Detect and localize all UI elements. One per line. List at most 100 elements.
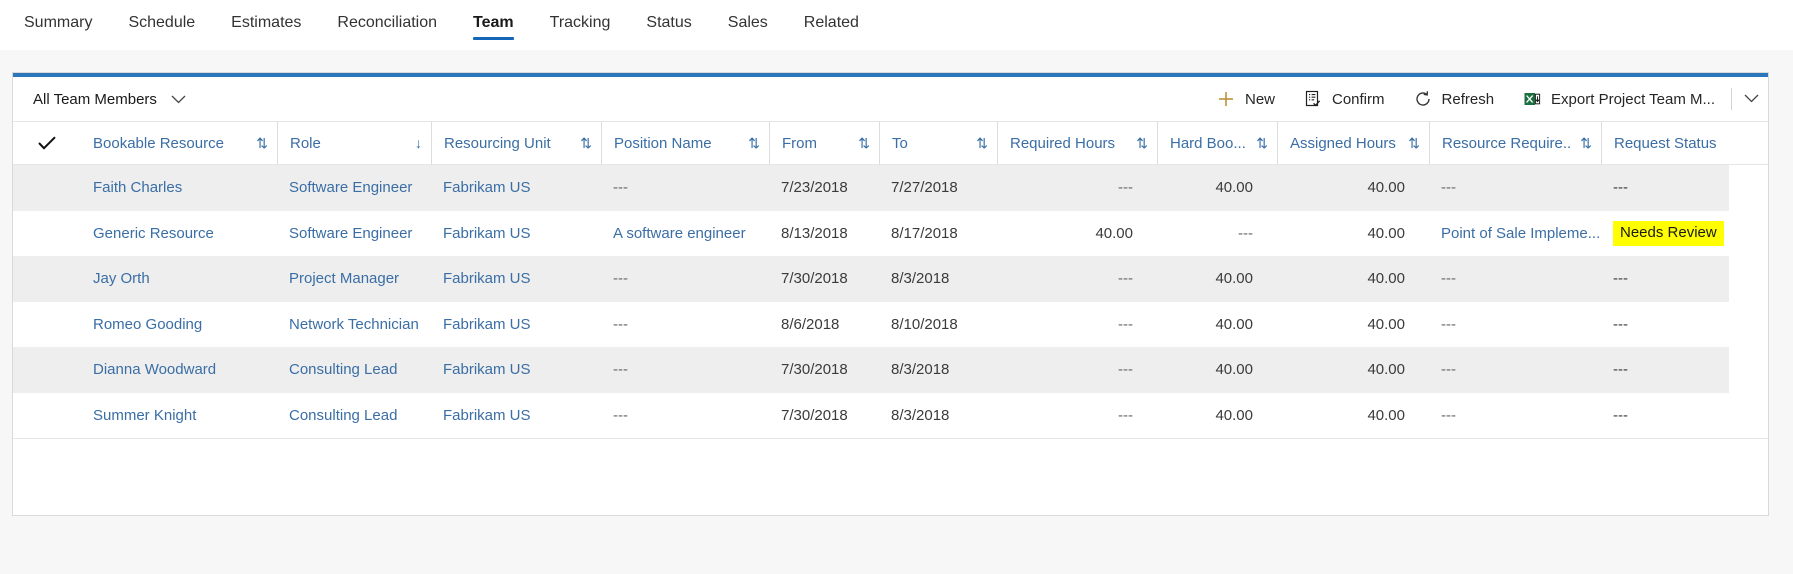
sort-toggle-icon[interactable]: ⇅ [1256,135,1268,152]
tab-status[interactable]: Status [628,0,709,50]
row-select-checkbox[interactable] [13,212,81,255]
cell-bookable-resource[interactable]: Romeo Gooding [81,302,277,348]
table-row[interactable]: Summer Knight Consulting Lead Fabrikam US -… [13,392,1768,439]
grid-bottom-rule [13,438,1768,439]
refresh-button[interactable]: Refresh [1399,77,1509,121]
new-button[interactable]: New [1202,77,1289,121]
table-row[interactable]: Faith Charles Software Engineer Fabrikam U… [13,165,1768,211]
sort-toggle-icon[interactable]: ⇅ [748,135,760,152]
column-header-position-name[interactable]: Position Name ⇅ [601,121,769,165]
sort-toggle-icon[interactable]: ⇅ [858,135,870,152]
table-row[interactable]: Romeo Gooding Network Technician Fabrikam … [13,301,1768,348]
column-header-from[interactable]: From ⇅ [769,121,879,165]
tab-summary[interactable]: Summary [6,0,110,50]
refresh-button-label: Refresh [1441,90,1495,108]
row-trailing-space [1729,301,1768,347]
cell-to: 7/27/2018 [891,179,958,197]
plus-icon [1216,89,1236,109]
cell-bookable-resource[interactable]: Jay Orth [81,256,277,302]
export-project-team-members-button[interactable]: Export Project Team M... [1508,77,1729,121]
sort-toggle-icon[interactable]: ⇅ [256,135,268,152]
cell-resourcing-unit[interactable]: Fabrikam US [431,165,601,211]
cell-required-hours: --- [1118,179,1133,197]
column-header-request-status[interactable]: Request Status (... [1601,121,1729,165]
cell-required-hours: --- [1118,315,1133,333]
cell-hard-booked-hours: 40.00 [1215,179,1253,197]
excel-export-icon [1522,89,1542,109]
select-all-checkbox[interactable] [13,122,81,165]
confirm-button[interactable]: Confirm [1289,77,1399,121]
cell-position-name: --- [613,270,628,288]
cell-bookable-resource[interactable]: Generic Resource [81,211,277,257]
cell-from: 7/30/2018 [781,406,848,424]
column-header-assigned-hours[interactable]: Assigned Hours ⇅ [1277,121,1429,165]
cell-position-name[interactable]: A software engineer [601,211,769,257]
cell-role[interactable]: Consulting Lead [277,393,431,439]
cell-resourcing-unit[interactable]: Fabrikam US [431,393,601,439]
chevron-down-icon [171,91,186,108]
cell-position-name: --- [613,361,628,379]
column-header-label: Request Status (... [1614,134,1719,152]
cell-role[interactable]: Consulting Lead [277,347,431,393]
table-row[interactable]: Generic Resource Software Engineer Fabrika… [13,210,1768,257]
column-header-resourcing-unit[interactable]: Resourcing Unit ⇅ [431,121,601,165]
cell-required-hours: --- [1118,270,1133,288]
tab-strip: Summary Schedule Estimates Reconciliation Te… [0,0,1793,50]
column-header-hard-boo[interactable]: Hard Boo... ⇅ [1157,121,1277,165]
table-row[interactable]: Dianna Woodward Consulting Lead Fabrikam U… [13,347,1768,393]
column-header-required-hours[interactable]: Required Hours ⇅ [997,121,1157,165]
cell-request-status: --- [1613,270,1628,288]
cell-role[interactable]: Project Manager [277,256,431,302]
cell-assigned-hours: 40.00 [1367,270,1405,288]
sort-descending-icon[interactable]: ↓ [415,135,422,151]
row-select-checkbox[interactable] [13,348,81,391]
cell-assigned-hours: 40.00 [1367,361,1405,379]
sort-toggle-icon[interactable]: ⇅ [580,135,592,152]
cell-assigned-hours: 40.00 [1367,406,1405,424]
cell-resource-requirement[interactable]: Point of Sale Impleme... [1429,211,1601,257]
cell-role[interactable]: Software Engineer [277,211,431,257]
tab-team[interactable]: Team [455,0,532,50]
sort-toggle-icon[interactable]: ⇅ [1408,135,1420,152]
tab-tracking[interactable]: Tracking [532,0,629,50]
row-select-checkbox[interactable] [13,394,81,437]
row-select-checkbox[interactable] [13,303,81,346]
cell-role[interactable]: Software Engineer [277,165,431,211]
tab-schedule[interactable]: Schedule [110,0,213,50]
cell-bookable-resource[interactable]: Dianna Woodward [81,347,277,393]
cell-resourcing-unit[interactable]: Fabrikam US [431,347,601,393]
tab-sales[interactable]: Sales [710,0,786,50]
cell-to: 8/17/2018 [891,224,958,242]
tab-estimates[interactable]: Estimates [213,0,319,50]
tab-related[interactable]: Related [786,0,877,50]
cell-bookable-resource[interactable]: Faith Charles [81,165,277,211]
cell-from: 7/30/2018 [781,270,848,288]
sort-toggle-icon[interactable]: ⇅ [1136,135,1148,152]
cell-from: 8/6/2018 [781,315,840,333]
cell-role[interactable]: Network Technician [277,302,431,348]
cell-to: 8/3/2018 [891,361,950,379]
column-header-label: From [782,134,817,152]
cell-resourcing-unit[interactable]: Fabrikam US [431,211,601,257]
column-header-to[interactable]: To ⇅ [879,121,997,165]
cell-request-status: --- [1613,315,1628,333]
cell-resourcing-unit[interactable]: Fabrikam US [431,302,601,348]
view-selector[interactable]: All Team Members [33,91,186,108]
tab-reconciliation[interactable]: Reconciliation [319,0,455,50]
grid-header-row: Bookable Resource ⇅ Role ↓ Resourcing Unit ⇅ P… [13,121,1768,165]
column-header-bookable-resource[interactable]: Bookable Resource ⇅ [81,122,277,165]
column-header-role[interactable]: Role ↓ [277,121,431,165]
export-button-label: Export Project Team M... [1551,90,1715,108]
cell-bookable-resource[interactable]: Summer Knight [81,393,277,439]
sort-toggle-icon[interactable]: ⇅ [1580,135,1592,152]
column-header-resource-require[interactable]: Resource Require... ⇅ [1429,121,1601,165]
command-bar-overflow-button[interactable] [1734,77,1768,121]
sort-toggle-icon[interactable]: ⇅ [976,135,988,152]
column-header-label: Role [290,134,321,152]
cell-resourcing-unit[interactable]: Fabrikam US [431,256,601,302]
table-row[interactable]: Jay Orth Project Manager Fabrikam US --- 7/3… [13,256,1768,302]
row-select-checkbox[interactable] [13,257,81,300]
cell-hard-booked-hours: 40.00 [1215,270,1253,288]
row-select-checkbox[interactable] [13,166,81,209]
cell-request-status: Needs Review [1601,211,1729,257]
